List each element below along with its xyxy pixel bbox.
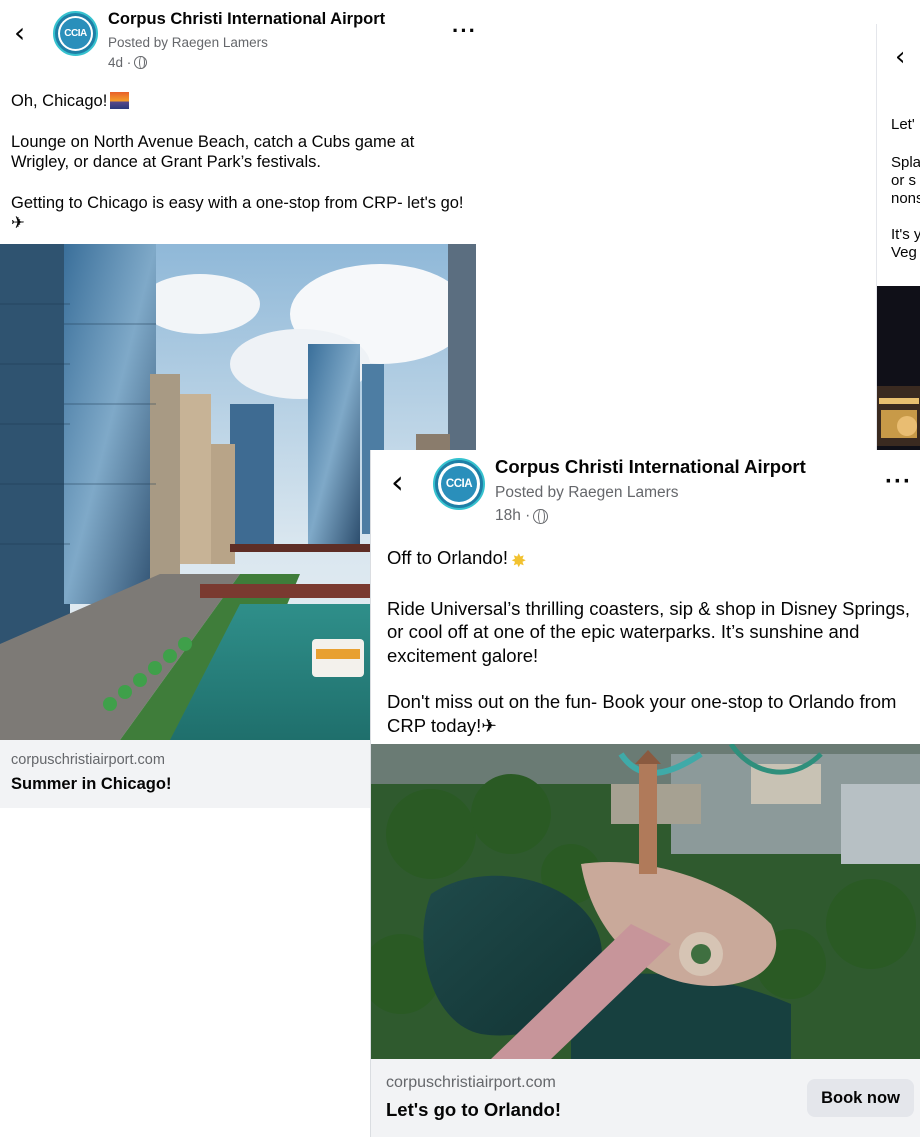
- page-name[interactable]: Corpus Christi International Airport: [108, 10, 385, 29]
- page-name[interactable]: Corpus Christi International Airport: [495, 456, 806, 478]
- airplane-icon: ✈: [11, 213, 25, 232]
- airplane-icon: ✈: [481, 715, 497, 737]
- chevron-left-icon[interactable]: ‹: [895, 44, 905, 70]
- post-time: 4d ·: [108, 55, 148, 70]
- posted-by: Posted by Raegen Lamers: [108, 35, 268, 50]
- avatar[interactable]: CCIA: [433, 458, 485, 510]
- post-text: Let' Spla or s nons It's y Veg: [891, 116, 920, 261]
- chevron-left-icon[interactable]: ‹: [14, 19, 25, 47]
- globe-icon: [533, 508, 549, 524]
- post-text: Oh, Chicago! Lounge on North Avenue Beac…: [11, 92, 464, 232]
- avatar[interactable]: CCIA: [53, 11, 98, 56]
- post-time: 18h ·: [495, 507, 549, 525]
- post-card-orlando: ‹ CCIA Corpus Christi International Airp…: [370, 450, 920, 1137]
- more-horizontal-icon[interactable]: ···: [885, 468, 912, 496]
- post-text: Off to Orlando! ✸ Ride Universal’s thrill…: [387, 547, 911, 737]
- link-title: Let's go to Orlando!: [386, 1099, 562, 1120]
- more-horizontal-icon[interactable]: ···: [452, 18, 476, 44]
- chevron-left-icon[interactable]: ‹: [391, 466, 404, 498]
- link-preview[interactable]: corpuschristiairport.com Let's go to Orl…: [371, 1059, 920, 1137]
- posted-by: Posted by Raegen Lamers: [495, 484, 679, 501]
- link-title: Summer in Chicago!: [11, 775, 172, 793]
- link-domain: corpuschristiairport.com: [11, 752, 165, 768]
- sunset-emoji-icon: [110, 92, 130, 109]
- sparkle-emoji-icon: ✸: [511, 551, 527, 572]
- globe-icon: [134, 56, 148, 69]
- post-photo-orlando: [371, 744, 920, 1059]
- link-domain: corpuschristiairport.com: [386, 1074, 556, 1091]
- book-now-button[interactable]: Book now: [807, 1079, 914, 1117]
